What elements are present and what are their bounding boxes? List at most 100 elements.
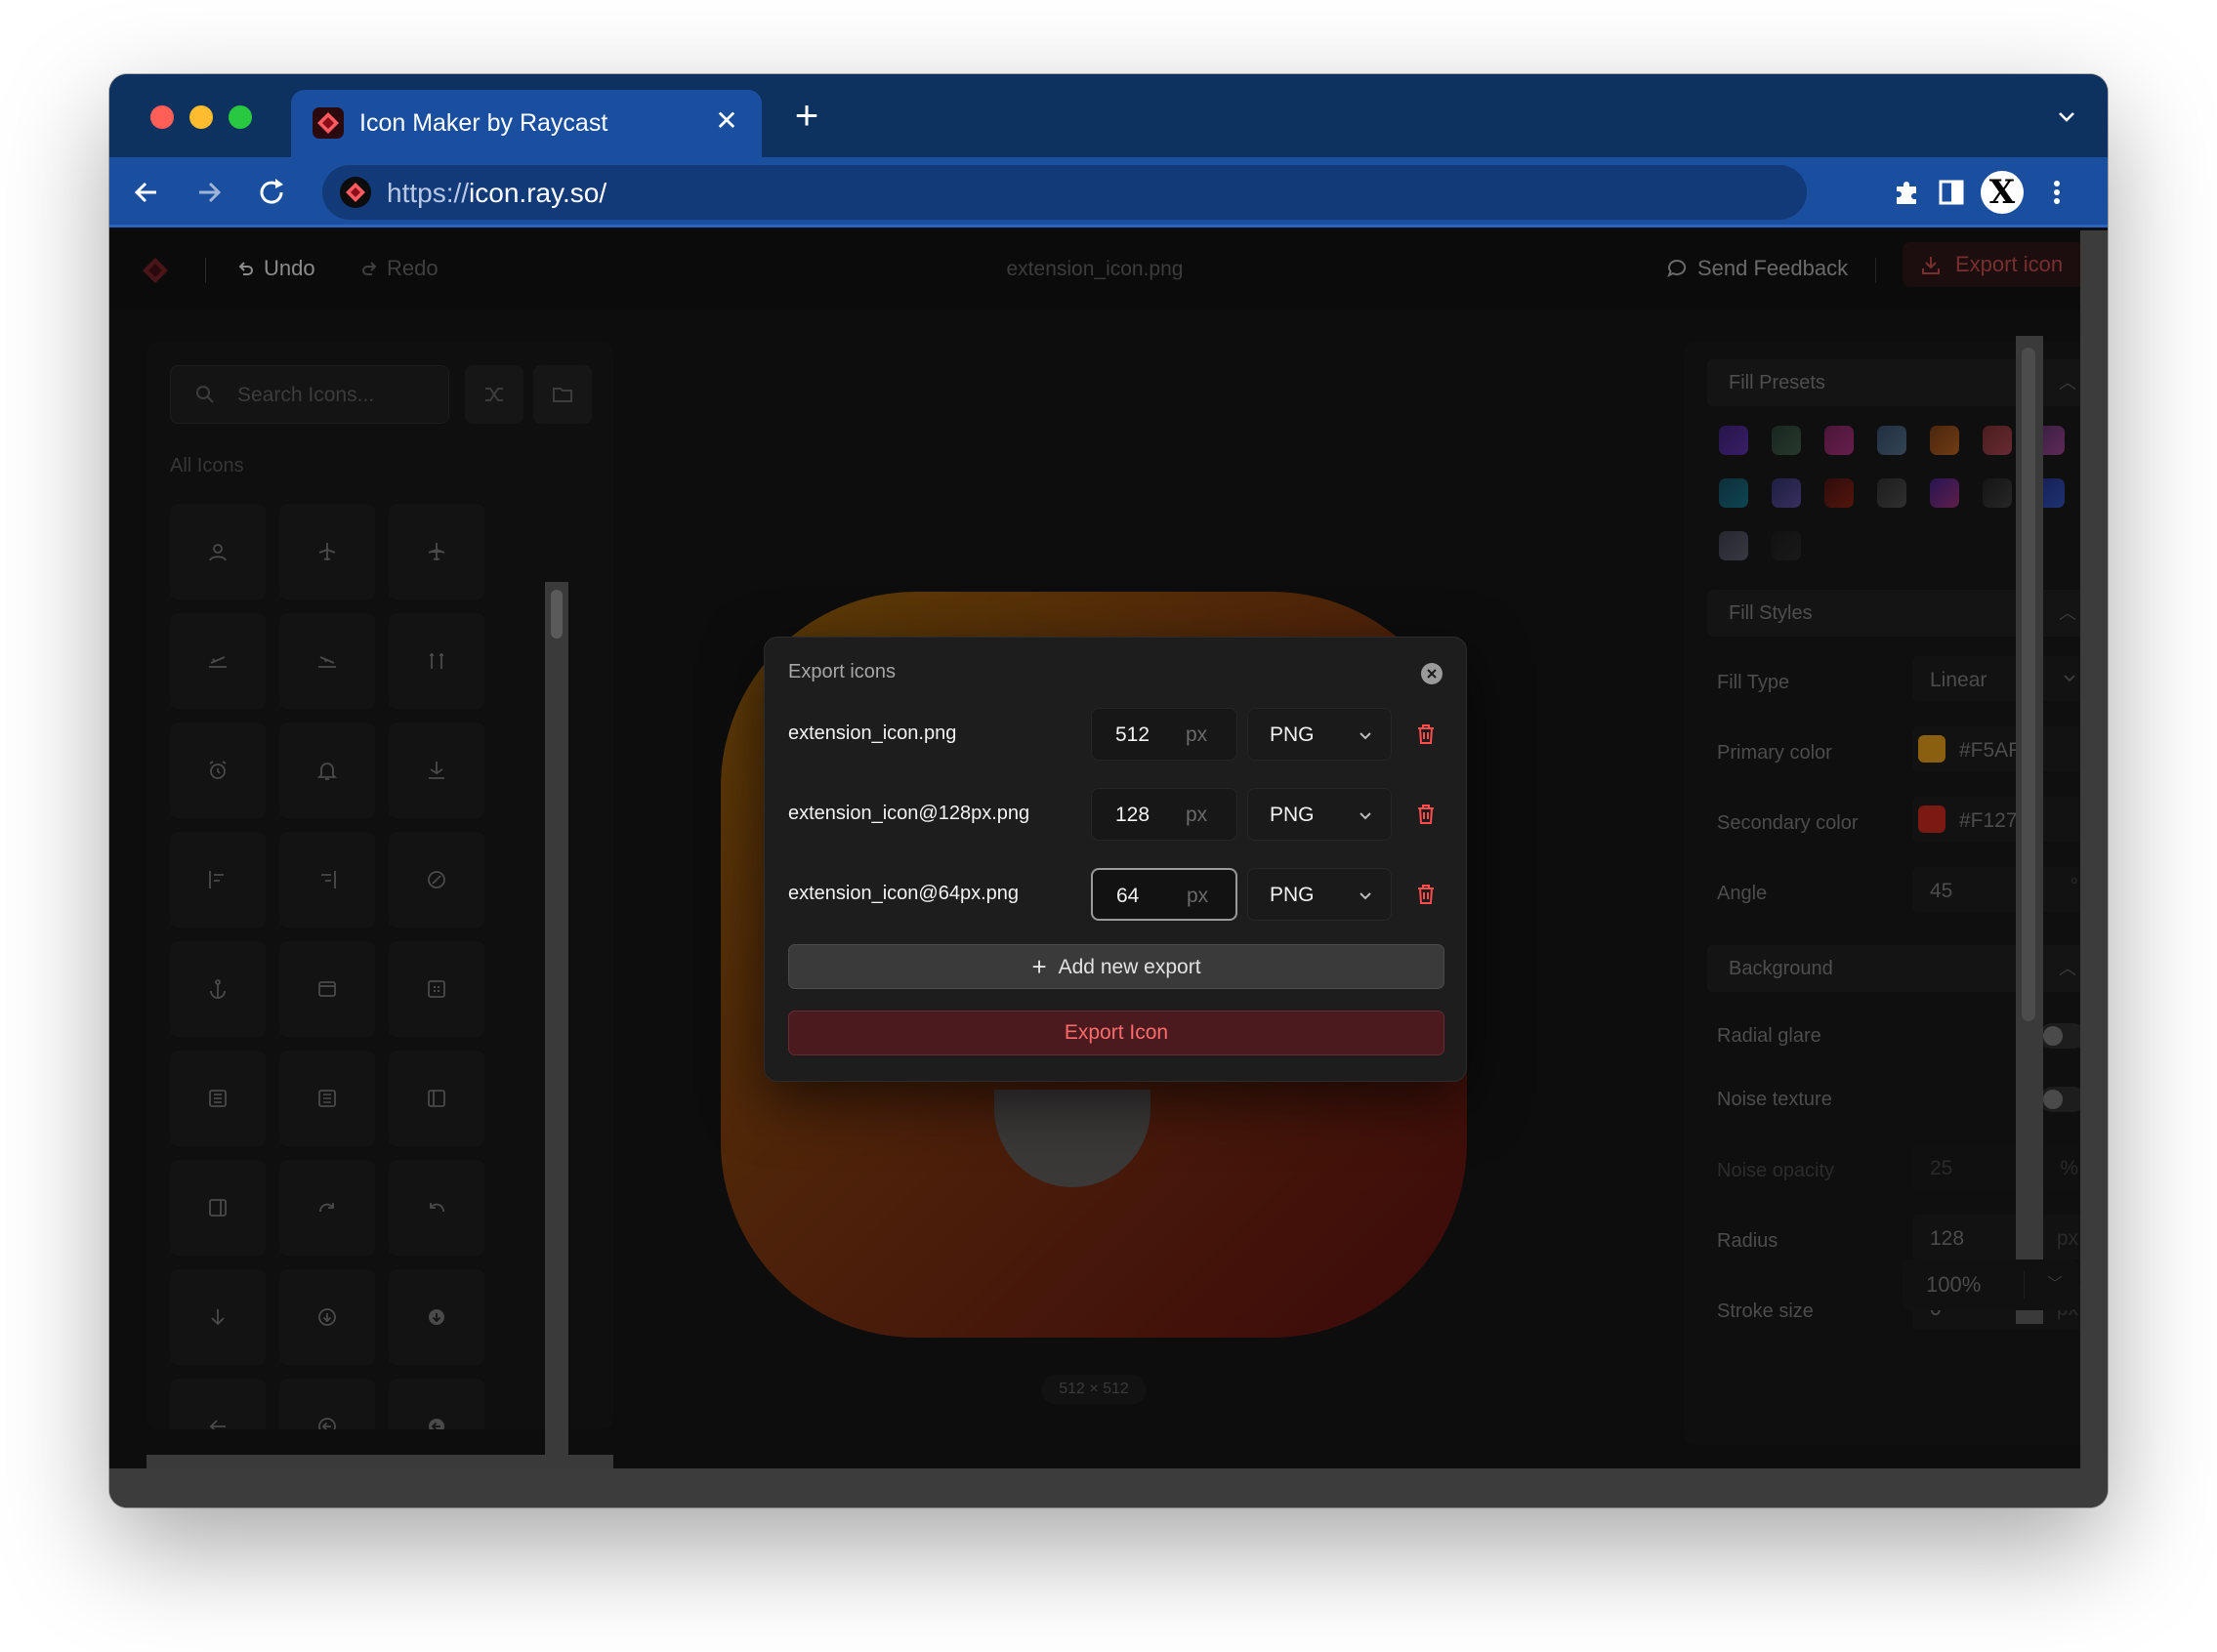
tab-search-chevron-icon[interactable]	[2053, 103, 2080, 131]
icon-tile[interactable]	[170, 1269, 266, 1365]
tab-icon-maker[interactable]: Icon Maker by Raycast ✕	[291, 90, 762, 157]
icon-tile[interactable]	[279, 832, 375, 928]
page-scrollbar[interactable]	[2080, 230, 2108, 1468]
fill-preset-swatch[interactable]	[1877, 478, 1906, 508]
search-input[interactable]: Search Icons...	[170, 365, 449, 424]
icon-tile[interactable]	[389, 504, 484, 599]
icon-tile[interactable]	[279, 723, 375, 818]
sidebar-left-icon	[428, 1090, 445, 1107]
fill-preset-swatch[interactable]	[1772, 478, 1801, 508]
icon-tile[interactable]	[170, 1051, 266, 1146]
zoom-window-button[interactable]	[229, 105, 252, 129]
fill-preset-swatch[interactable]	[1930, 478, 1959, 508]
fill-preset-swatch[interactable]	[1719, 426, 1748, 455]
fill-preset-swatch[interactable]	[1824, 426, 1854, 455]
airplane-landing-icon	[318, 656, 336, 668]
scrollbar-thumb[interactable]	[2022, 348, 2035, 1021]
airplane-icon	[318, 543, 336, 560]
arrow-left-circle-icon	[318, 1418, 336, 1429]
export-format-select[interactable]: PNG	[1247, 708, 1392, 761]
icon-tile[interactable]	[279, 1160, 375, 1256]
site-info-icon[interactable]	[340, 177, 371, 208]
icon-tile[interactable]	[170, 1379, 266, 1429]
primary-color-field[interactable]: #F5AF19	[1912, 726, 2094, 771]
export-format-select[interactable]: PNG	[1247, 868, 1392, 921]
radius-input[interactable]: 128 px	[1912, 1215, 2094, 1260]
secondary-color-field[interactable]: #F12711	[1912, 797, 2094, 842]
folder-button[interactable]	[533, 365, 592, 424]
icon-list-scrollbar[interactable]	[545, 582, 568, 1500]
fill-preset-swatch[interactable]	[1772, 531, 1801, 560]
icon-tile[interactable]	[170, 613, 266, 709]
export-icon-dialog-button[interactable]: Export Icon	[788, 1011, 1444, 1055]
icon-tile[interactable]	[389, 723, 484, 818]
icon-tile[interactable]	[170, 1160, 266, 1256]
icon-tile[interactable]	[279, 1269, 375, 1365]
icon-tile[interactable]	[389, 1160, 484, 1256]
secondary-color-swatch[interactable]	[1918, 805, 1945, 833]
reload-icon[interactable]	[254, 175, 289, 210]
primary-color-swatch[interactable]	[1918, 735, 1945, 763]
delete-export-button[interactable]	[1413, 802, 1439, 827]
forward-icon[interactable]	[191, 175, 227, 210]
address-bar[interactable]: https://icon.ray.so/	[322, 165, 1807, 220]
icon-tile[interactable]	[389, 1051, 484, 1146]
export-size-input[interactable]: 64 px	[1091, 868, 1237, 921]
browser-menu-icon[interactable]	[2039, 175, 2074, 210]
fill-type-select[interactable]: Linear	[1912, 656, 2094, 701]
fill-preset-swatch[interactable]	[1719, 531, 1748, 560]
add-new-export-button[interactable]: + Add new export	[788, 944, 1444, 989]
shuffle-button[interactable]	[465, 365, 523, 424]
export-format-value: PNG	[1270, 884, 1315, 906]
icon-tile[interactable]	[389, 832, 484, 928]
scrollbar-thumb[interactable]	[551, 590, 563, 639]
close-window-button[interactable]	[150, 105, 174, 129]
icon-tile[interactable]	[170, 941, 266, 1037]
anchor-icon	[210, 979, 226, 999]
arrow-down-circle-filled-icon	[429, 1309, 444, 1325]
icon-tile[interactable]	[389, 1379, 484, 1429]
minimize-window-button[interactable]	[189, 105, 213, 129]
delete-export-button[interactable]	[1413, 722, 1439, 747]
icon-tile[interactable]	[170, 723, 266, 818]
export-size-input[interactable]: 512 px	[1091, 708, 1237, 761]
icon-tile[interactable]	[389, 613, 484, 709]
align-left-icon	[209, 871, 224, 888]
icon-tile[interactable]	[279, 504, 375, 599]
icon-tile[interactable]	[170, 832, 266, 928]
back-icon[interactable]	[129, 175, 164, 210]
fill-preset-swatch[interactable]	[1824, 478, 1854, 508]
export-format-select[interactable]: PNG	[1247, 788, 1392, 841]
background-title: Background	[1729, 958, 1833, 979]
icon-tile[interactable]	[279, 613, 375, 709]
noise-opacity-unit: %	[2060, 1157, 2078, 1179]
export-icon-button[interactable]: Export icon	[1903, 242, 2084, 287]
icon-tile[interactable]	[389, 1269, 484, 1365]
icon-tile[interactable]	[279, 1379, 375, 1429]
zoom-select[interactable]: 100% ﹀	[1903, 1260, 2078, 1310]
extensions-puzzle-icon[interactable]	[1889, 175, 1924, 210]
close-icon[interactable]	[1421, 663, 1443, 684]
export-size-input[interactable]: 128 px	[1091, 788, 1237, 841]
fill-preset-swatch[interactable]	[1983, 426, 2012, 455]
fill-preset-swatch[interactable]	[1719, 478, 1748, 508]
icon-tile[interactable]	[279, 1051, 375, 1146]
tab-close-icon[interactable]: ✕	[709, 103, 744, 139]
fill-preset-swatch[interactable]	[1772, 426, 1801, 455]
send-feedback-button[interactable]: Send Feedback	[1666, 256, 1848, 281]
new-tab-icon[interactable]: +	[785, 95, 828, 139]
profile-avatar[interactable]: X	[1981, 171, 2024, 214]
delete-export-button[interactable]	[1413, 882, 1439, 907]
fill-presets-title: Fill Presets	[1729, 372, 1825, 393]
radial-glare-toggle[interactable]	[2039, 1023, 2086, 1049]
icon-tile[interactable]	[170, 504, 266, 599]
fill-preset-swatch[interactable]	[1983, 478, 2012, 508]
angle-input[interactable]: 45 °	[1912, 867, 2094, 912]
icon-tile[interactable]	[279, 941, 375, 1037]
noise-opacity-input[interactable]: 25 %	[1912, 1144, 2094, 1189]
fill-preset-swatch[interactable]	[1930, 426, 1959, 455]
side-panel-icon[interactable]	[1934, 175, 1969, 210]
icon-tile[interactable]	[389, 941, 484, 1037]
fill-preset-swatch[interactable]	[1877, 426, 1906, 455]
noise-texture-toggle[interactable]	[2039, 1087, 2086, 1112]
